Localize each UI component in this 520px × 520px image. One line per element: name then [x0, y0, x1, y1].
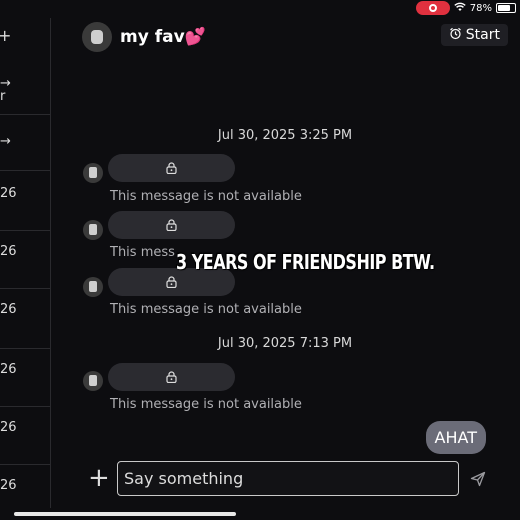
locked-message-bubble[interactable] — [108, 211, 235, 239]
battery-percent: 78% — [469, 2, 492, 14]
sidebar-item-label: r — [0, 89, 6, 104]
message-timestamp: Jul 30, 2025 7:13 PM — [217, 336, 353, 351]
status-bar: 78% — [415, 0, 520, 16]
new-chat-plus-icon[interactable]: + — [0, 26, 11, 45]
sidebar-item[interactable]: 26 — [0, 406, 50, 465]
chat-header: my fav💕 — [82, 22, 206, 52]
sidebar-item-label: 26 — [0, 478, 17, 493]
sidebar-item-label: 26 — [0, 244, 17, 259]
sidebar-item-label: 26 — [0, 420, 17, 435]
avatar[interactable] — [83, 220, 103, 240]
send-icon[interactable] — [470, 471, 486, 487]
add-attachment-button[interactable]: + — [88, 465, 110, 491]
sent-message-text: AHAT — [434, 428, 477, 447]
home-indicator[interactable] — [14, 512, 236, 516]
sidebar-item[interactable]: → r — [0, 58, 50, 115]
message-input[interactable]: Say something — [117, 461, 459, 496]
sidebar-item-label: 26 — [0, 362, 17, 377]
sidebar-item[interactable]: 26 — [0, 288, 50, 349]
battery-icon — [496, 3, 516, 13]
sidebar-item[interactable]: 26 — [0, 348, 50, 407]
wifi-icon — [454, 2, 466, 15]
sidebar-item-label: 26 — [0, 186, 17, 201]
sidebar-item-label: 26 — [0, 302, 17, 317]
start-label: Start — [465, 27, 500, 43]
lock-icon — [166, 219, 177, 231]
locked-message-bubble[interactable] — [108, 154, 235, 182]
lock-icon — [166, 371, 177, 383]
alarm-clock-icon — [449, 27, 462, 44]
chat-title: my fav💕 — [120, 27, 206, 47]
sidebar: + → r → 26 26 26 26 26 26 — [0, 18, 51, 508]
lock-icon — [166, 162, 177, 174]
message-unavailable-text: This message is not available — [110, 302, 302, 317]
arrow-icon: → — [0, 134, 11, 149]
message-unavailable-text: This message is not available — [110, 397, 302, 412]
screen-record-icon[interactable] — [415, 1, 450, 15]
lock-icon — [166, 276, 177, 288]
avatar[interactable] — [83, 277, 103, 297]
avatar[interactable] — [83, 163, 103, 183]
avatar[interactable] — [83, 371, 103, 391]
message-input-placeholder: Say something — [124, 469, 244, 488]
locked-message-bubble[interactable] — [108, 363, 235, 391]
hearts-emoji: 💕 — [184, 27, 206, 47]
message-unavailable-text: This message is not available — [110, 189, 302, 204]
message-timestamp: Jul 30, 2025 3:25 PM — [217, 128, 353, 143]
sidebar-item[interactable]: 26 — [0, 464, 50, 508]
message-unavailable-text: This mess — [110, 245, 175, 260]
sidebar-item[interactable]: 26 — [0, 170, 50, 231]
sent-message-bubble[interactable]: AHAT — [425, 421, 486, 454]
avatar[interactable] — [82, 22, 112, 52]
video-caption-overlay: 3 YEARS OF FRIENDSHIP BTW. — [176, 250, 435, 274]
sidebar-item[interactable]: → — [0, 114, 50, 171]
start-button[interactable]: Start — [440, 24, 508, 46]
sidebar-item[interactable]: 26 — [0, 230, 50, 289]
